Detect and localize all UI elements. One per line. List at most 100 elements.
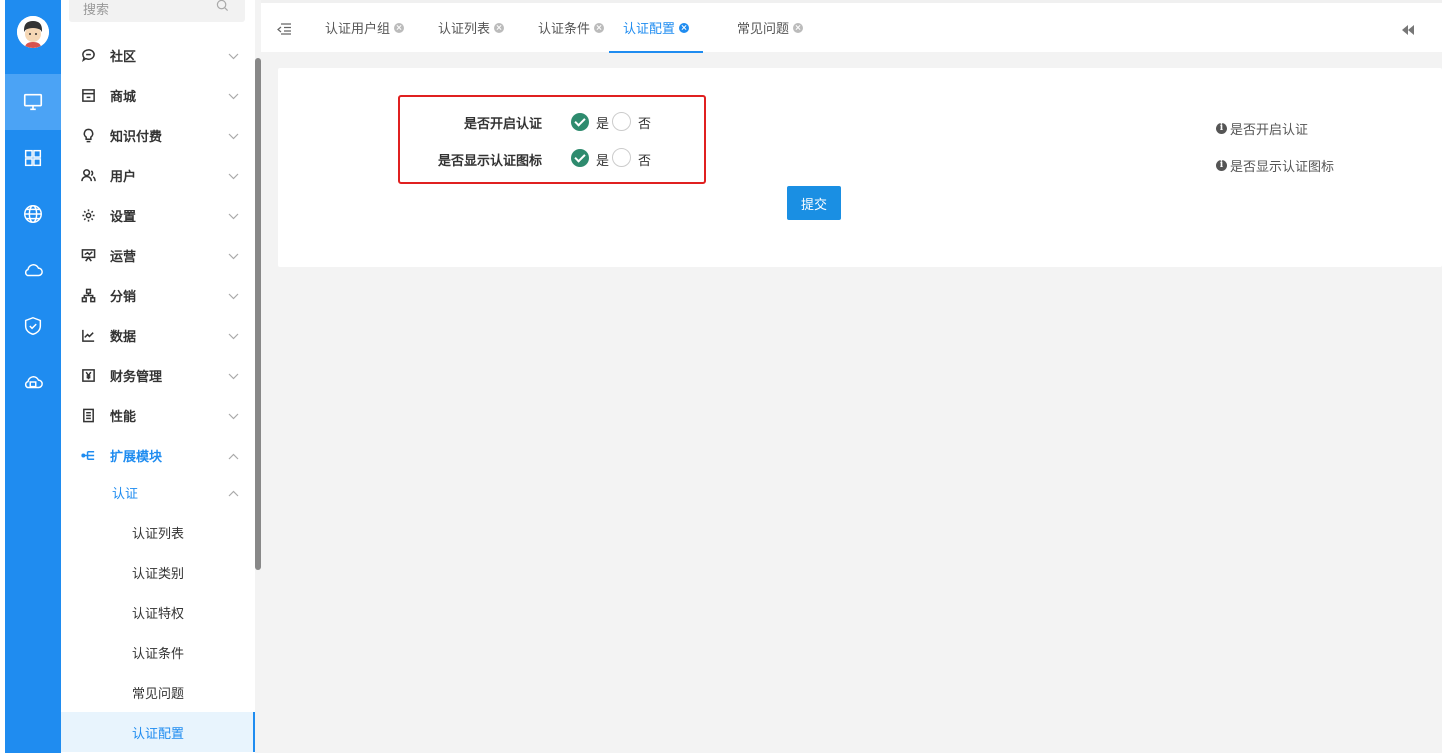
yen-icon <box>81 368 96 383</box>
sidebar-leaf-faq[interactable]: 常见问题 <box>61 672 255 712</box>
menu-search-input[interactable]: 搜索 <box>69 0 245 22</box>
shield-check-icon[interactable] <box>5 298 61 354</box>
close-icon[interactable] <box>793 22 804 33</box>
radio-enable-auth-no[interactable] <box>612 112 631 131</box>
chevron-up-icon <box>228 449 239 464</box>
info-icon: i <box>1216 123 1227 134</box>
tab-label: 认证列表 <box>438 22 491 37</box>
radio-no-label: 否 <box>638 154 652 169</box>
tab-label: 认证用户组 <box>325 22 391 37</box>
sidebar-leaf-label: 认证类别 <box>132 566 185 582</box>
tab-auth-list[interactable]: 认证列表 <box>438 3 505 52</box>
store-icon <box>81 88 96 103</box>
radio-show-icon-no[interactable] <box>612 148 631 167</box>
hint-text: 是否显示认证图标 <box>1230 160 1335 175</box>
sidebar-item-users[interactable]: 用户 <box>61 155 255 195</box>
sidebar-leaf-label: 认证配置 <box>132 726 185 742</box>
search-icon <box>216 0 229 16</box>
sidebar-toggle-icon[interactable] <box>277 23 291 39</box>
sidebar-leaf-label: 认证特权 <box>132 606 185 622</box>
sidebar-item-label: 用户 <box>110 169 137 185</box>
hint-text: 是否开启认证 <box>1230 123 1309 138</box>
sidebar-item-label: 社区 <box>110 49 137 65</box>
field-label-show-auth-icon: 是否显示认证图标 <box>437 154 542 169</box>
desktop-icon[interactable] <box>5 74 61 130</box>
close-icon[interactable] <box>679 22 690 33</box>
chevron-down-icon <box>228 89 239 104</box>
sidebar-leaf-label: 认证列表 <box>132 526 185 542</box>
globe-icon[interactable] <box>5 186 61 242</box>
submit-button[interactable]: 提交 <box>787 186 841 220</box>
radio-enable-auth-yes[interactable] <box>571 113 589 131</box>
sidebar-item-label: 知识付费 <box>110 129 163 145</box>
grid-apps-icon[interactable] <box>5 130 61 186</box>
chevron-down-icon <box>228 169 239 184</box>
users-icon <box>81 168 96 183</box>
chevron-down-icon <box>228 209 239 224</box>
sidebar-leaf-auth-condition[interactable]: 认证条件 <box>61 632 255 672</box>
close-icon[interactable] <box>494 22 505 33</box>
double-chevron-left-icon[interactable] <box>1402 24 1414 39</box>
tab-auth-user-group[interactable]: 认证用户组 <box>325 3 405 52</box>
chevron-down-icon <box>228 129 239 144</box>
chevron-down-icon <box>228 49 239 64</box>
menu-scrollbar[interactable] <box>255 58 261 570</box>
cloud-icon[interactable] <box>5 242 61 298</box>
tab-auth-config[interactable]: 认证配置 <box>609 3 704 53</box>
highlight-box <box>398 95 706 184</box>
sidebar-item-mall[interactable]: 商城 <box>61 75 255 115</box>
sidebar-item-settings[interactable]: 设置 <box>61 195 255 235</box>
sidebar-item-label: 扩展模块 <box>110 449 163 465</box>
tab-faq[interactable]: 常见问题 <box>737 3 804 52</box>
radio-yes-label: 是 <box>596 117 610 132</box>
sidebar-item-label: 设置 <box>110 209 137 225</box>
field-label-enable-auth: 是否开启认证 <box>463 117 542 132</box>
server-icon <box>81 408 96 423</box>
radio-no-label: 否 <box>638 117 652 132</box>
sidebar-item-finance[interactable]: 财务管理 <box>61 355 255 395</box>
sidebar-item-label: 财务管理 <box>110 369 163 385</box>
cloud-storage-icon[interactable] <box>5 354 61 410</box>
sidebar-item-extensions[interactable]: 扩展模块 <box>61 435 255 475</box>
sidebar-item-label: 性能 <box>110 409 137 425</box>
sidebar-item-data[interactable]: 数据 <box>61 315 255 355</box>
sidebar-item-community[interactable]: 社区 <box>61 35 255 75</box>
tab-auth-condition[interactable]: 认证条件 <box>538 3 605 52</box>
sidebar-leaf-label: 认证条件 <box>132 646 185 662</box>
sidebar-leaf-auth-list[interactable]: 认证列表 <box>61 512 255 552</box>
presentation-icon <box>81 248 96 263</box>
sidebar-item-label: 分销 <box>110 289 137 305</box>
line-chart-icon <box>81 328 96 343</box>
chevron-up-icon <box>228 486 239 501</box>
hint-enable-auth: i 是否开启认证 <box>1216 119 1308 138</box>
close-icon[interactable] <box>394 22 405 33</box>
user-avatar[interactable] <box>17 16 49 48</box>
sidebar-leaf-auth-config[interactable]: 认证配置 <box>61 712 255 752</box>
sidebar-item-operations[interactable]: 运营 <box>61 235 255 275</box>
chevron-down-icon <box>228 369 239 384</box>
sidebar-item-performance[interactable]: 性能 <box>61 395 255 435</box>
sidebar-leaf-label: 常见问题 <box>132 686 185 702</box>
sidebar-subgroup-label: 认证 <box>112 486 139 502</box>
sidebar-leaf-auth-category[interactable]: 认证类别 <box>61 552 255 592</box>
tab-label: 常见问题 <box>737 22 790 37</box>
lightbulb-icon <box>81 128 96 143</box>
chevron-down-icon <box>228 249 239 264</box>
radio-yes-label: 是 <box>596 154 610 169</box>
chevron-down-icon <box>228 409 239 424</box>
sidebar-leaf-auth-privilege[interactable]: 认证特权 <box>61 592 255 632</box>
config-card: 是否开启认证 是 否 是否显示认证图标 是 否 提交 i 是否开启认证 i 是否… <box>278 68 1442 267</box>
chevron-down-icon <box>228 329 239 344</box>
extension-icon <box>81 448 96 463</box>
tab-label: 认证条件 <box>538 22 591 37</box>
radio-show-icon-yes[interactable] <box>571 149 589 167</box>
hint-show-auth-icon: i 是否显示认证图标 <box>1216 156 1334 175</box>
tab-bar: 认证用户组 认证列表 认证条件 认证配置 常见问题 <box>261 0 1442 53</box>
sidebar-item-distribution[interactable]: 分销 <box>61 275 255 315</box>
sidebar-item-label: 运营 <box>110 249 137 265</box>
close-icon[interactable] <box>594 22 605 33</box>
gear-icon <box>81 208 96 223</box>
sidebar-item-knowledge-pay[interactable]: 知识付费 <box>61 115 255 155</box>
sidebar-subgroup-auth[interactable]: 认证 <box>61 472 255 512</box>
search-placeholder: 搜索 <box>83 3 110 18</box>
